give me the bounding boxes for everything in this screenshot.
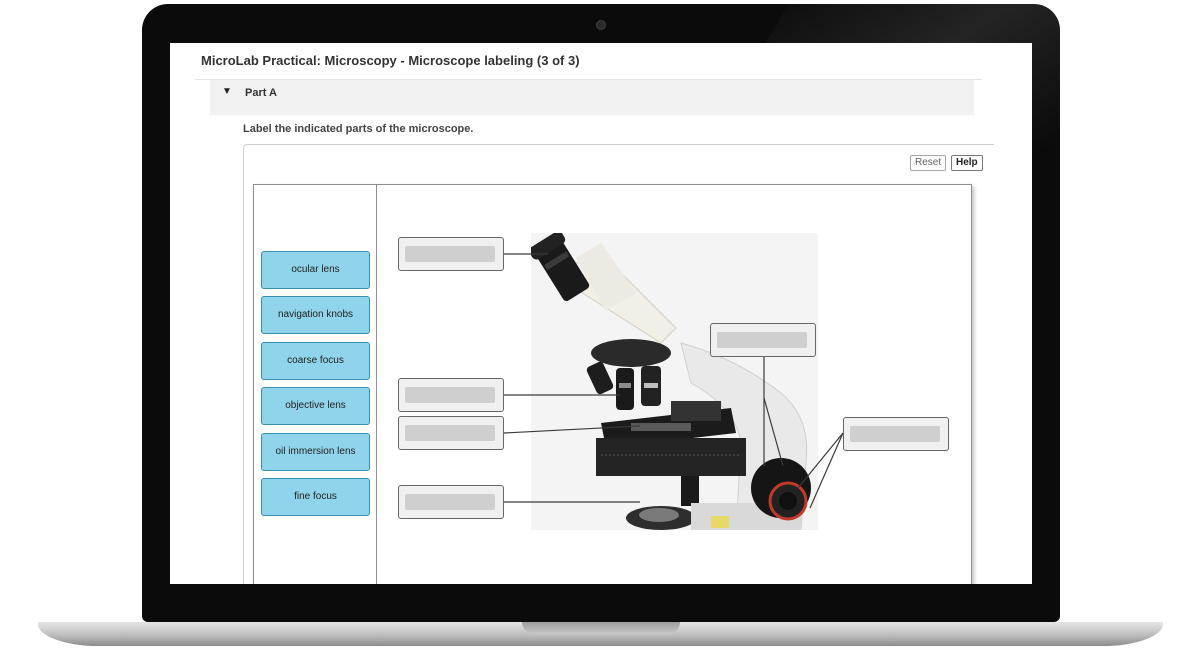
drop-target-1[interactable] — [398, 237, 504, 271]
drop-slot — [405, 494, 495, 510]
drop-slot — [405, 425, 495, 441]
drop-slot — [405, 387, 495, 403]
webcam-icon — [596, 20, 606, 30]
drop-slot — [717, 332, 807, 348]
drop-slot — [405, 246, 495, 262]
drop-target-6[interactable] — [398, 485, 504, 519]
drop-target-3[interactable] — [398, 378, 504, 412]
drop-target-4[interactable] — [398, 416, 504, 450]
drop-slot — [850, 426, 940, 442]
leader-lines — [503, 253, 844, 509]
drop-target-2[interactable] — [710, 323, 816, 357]
laptop-base-notch — [522, 622, 680, 634]
browser-screen: MicroLab Practical: Microscopy - Microsc… — [170, 43, 1032, 584]
drop-target-5[interactable] — [843, 417, 949, 451]
